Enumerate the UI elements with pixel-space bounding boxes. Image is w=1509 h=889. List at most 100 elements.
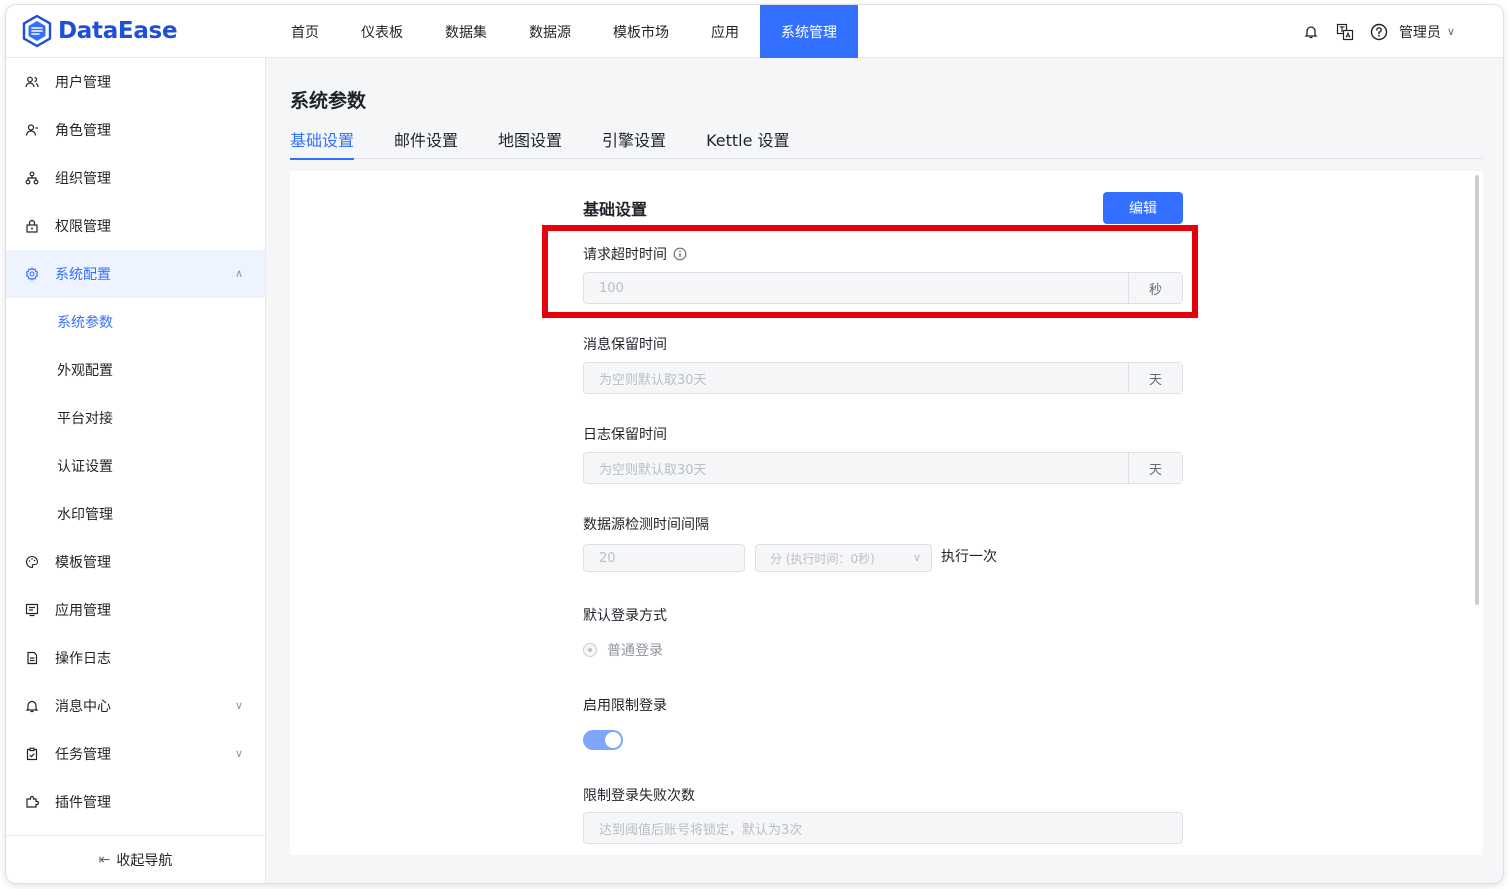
sidebar-item-label: 消息中心 (55, 699, 111, 715)
limit-fail-count-label: 限制登录失败次数 (583, 788, 695, 804)
app-window: DataEase 首页 仪表板 数据集 数据源 模板市场 应用 系统管理 管理员… (6, 5, 1503, 883)
sidebar-item-system-config[interactable]: 系统配置 ∧ (6, 250, 265, 298)
sidebar-item-label: 用户管理 (55, 75, 111, 91)
help-icon[interactable] (1369, 22, 1389, 42)
top-header: DataEase 首页 仪表板 数据集 数据源 模板市场 应用 系统管理 管理员… (6, 5, 1503, 58)
sidebar-item-label: 操作日志 (55, 651, 111, 667)
chevron-down-icon: ∨ (234, 747, 243, 760)
tab-map-settings[interactable]: 地图设置 (498, 118, 562, 159)
ds-check-interval-unit-select[interactable]: 分 (执行时间：0秒) ∨ (755, 544, 932, 572)
collapse-nav-button[interactable]: ⇤ 收起导航 (6, 835, 265, 883)
message-retention-unit: 天 (1128, 363, 1182, 393)
role-icon (24, 122, 40, 138)
submenu-item-platform-integration[interactable]: 平台对接 (6, 394, 265, 442)
sidebar-item-label: 权限管理 (55, 219, 111, 235)
limit-login-label: 启用限制登录 (583, 698, 667, 714)
submenu-item-system-params[interactable]: 系统参数 (6, 298, 265, 346)
sidebar-item-task-management[interactable]: 任务管理 ∨ (6, 730, 265, 778)
message-retention-input[interactable]: 为空则默认取30天 (584, 363, 1128, 393)
submenu-item-watermark[interactable]: 水印管理 (6, 490, 265, 538)
limit-fail-count-input[interactable]: 达到阈值后账号将锁定，默认为3次 (583, 812, 1183, 844)
ds-check-interval-input[interactable]: 20 (583, 544, 745, 572)
translate-icon[interactable] (1335, 22, 1355, 42)
sidebar-item-label: 角色管理 (55, 123, 111, 139)
user-name: 管理员 (1398, 24, 1441, 41)
log-retention-unit: 天 (1128, 453, 1182, 483)
sidebar: 用户管理 角色管理 组织管理 权限管理 系统配置 ∧ 系统参数 外观配置 平台对… (6, 58, 266, 883)
edit-button[interactable]: 编辑 (1103, 192, 1183, 224)
sidebar-item-org-management[interactable]: 组织管理 (6, 154, 265, 202)
submenu-item-auth-settings[interactable]: 认证设置 (6, 442, 265, 490)
info-icon[interactable] (673, 247, 687, 261)
app-icon (24, 602, 40, 618)
default-login-radio[interactable]: 普通登录 (583, 640, 663, 660)
submenu-item-appearance[interactable]: 外观配置 (6, 346, 265, 394)
toggle-knob (605, 732, 621, 748)
request-timeout-input[interactable]: 100 (584, 273, 1128, 303)
log-retention-input-group: 为空则默认取30天 天 (583, 452, 1183, 484)
chevron-down-icon: ∨ (912, 551, 921, 564)
sidebar-item-user-management[interactable]: 用户管理 (6, 58, 265, 106)
tab-mail-settings[interactable]: 邮件设置 (394, 118, 458, 159)
radio-dot-icon (583, 643, 597, 657)
collapse-arrow-icon: ⇤ (98, 851, 111, 868)
tab-engine-settings[interactable]: 引擎设置 (602, 118, 666, 159)
header-actions: 管理员 ∨ (1287, 5, 1455, 58)
default-login-option: 普通登录 (607, 643, 663, 659)
chevron-down-icon: ∨ (1446, 25, 1455, 38)
gear-icon (24, 266, 40, 282)
log-retention-label: 日志保留时间 (583, 427, 667, 443)
sidebar-item-plugin-management[interactable]: 插件管理 (6, 778, 265, 826)
message-retention-label: 消息保留时间 (583, 337, 667, 353)
limit-login-toggle[interactable] (583, 730, 623, 750)
topnav-system-management[interactable]: 系统管理 (760, 5, 858, 58)
collapse-nav-label: 收起导航 (116, 852, 173, 869)
panel-scrollbar[interactable] (1475, 175, 1479, 605)
page-title: 系统参数 (290, 90, 367, 112)
sidebar-item-message-center[interactable]: 消息中心 ∨ (6, 682, 265, 730)
sidebar-item-label: 任务管理 (55, 747, 111, 763)
notification-icon[interactable] (1301, 22, 1321, 42)
sidebar-item-operation-log[interactable]: 操作日志 (6, 634, 265, 682)
topnav-template-market[interactable]: 模板市场 (592, 5, 690, 58)
log-retention-input[interactable]: 为空则默认取30天 (584, 453, 1128, 483)
default-login-label: 默认登录方式 (583, 608, 667, 624)
sidebar-item-label: 模板管理 (55, 555, 111, 571)
ds-check-interval-suffix: 执行一次 (941, 549, 997, 565)
sidebar-item-label: 系统配置 (55, 267, 111, 283)
log-icon (24, 650, 40, 666)
main-content: 系统参数 基础设置 邮件设置 地图设置 引擎设置 Kettle 设置 基础设置 … (267, 58, 1503, 883)
sidebar-item-template-management[interactable]: 模板管理 (6, 538, 265, 586)
chevron-down-icon: ∨ (234, 699, 243, 712)
settings-panel: 基础设置 编辑 请求超时时间 100 秒 消息保留时间 为空则默认取30天 天 (290, 171, 1483, 855)
topnav-datasource[interactable]: 数据源 (508, 5, 592, 58)
request-timeout-input-group: 100 秒 (583, 272, 1183, 304)
top-navigation: 首页 仪表板 数据集 数据源 模板市场 应用 系统管理 (270, 5, 858, 58)
sidebar-item-app-management[interactable]: 应用管理 (6, 586, 265, 634)
topnav-dashboard[interactable]: 仪表板 (340, 5, 424, 58)
tab-kettle-settings[interactable]: Kettle 设置 (706, 118, 789, 159)
dataease-logo-icon (22, 14, 52, 48)
message-retention-input-group: 为空则默认取30天 天 (583, 362, 1183, 394)
request-timeout-label-text: 请求超时时间 (583, 247, 667, 263)
app-logo[interactable]: DataEase (20, 11, 178, 51)
palette-icon (24, 554, 40, 570)
tab-basic-settings[interactable]: 基础设置 (290, 118, 355, 160)
sidebar-item-label: 应用管理 (55, 603, 111, 619)
app-name: DataEase (58, 18, 178, 44)
request-timeout-label: 请求超时时间 (583, 244, 687, 264)
topnav-home[interactable]: 首页 (270, 5, 340, 58)
org-tree-icon (24, 170, 40, 186)
sidebar-item-role-management[interactable]: 角色管理 (6, 106, 265, 154)
sidebar-item-permission-management[interactable]: 权限管理 (6, 202, 265, 250)
form-title: 基础设置 (583, 200, 648, 219)
topnav-apps[interactable]: 应用 (690, 5, 760, 58)
chevron-up-icon: ∧ (234, 267, 243, 280)
user-menu[interactable]: 管理员 ∨ (1399, 22, 1455, 42)
sidebar-item-label: 组织管理 (55, 171, 111, 187)
ds-check-interval-select-value: 分 (执行时间：0秒) (770, 551, 875, 566)
clipboard-icon (24, 746, 40, 762)
topnav-dataset[interactable]: 数据集 (424, 5, 508, 58)
bell-icon (24, 698, 40, 714)
request-timeout-unit: 秒 (1128, 273, 1182, 303)
